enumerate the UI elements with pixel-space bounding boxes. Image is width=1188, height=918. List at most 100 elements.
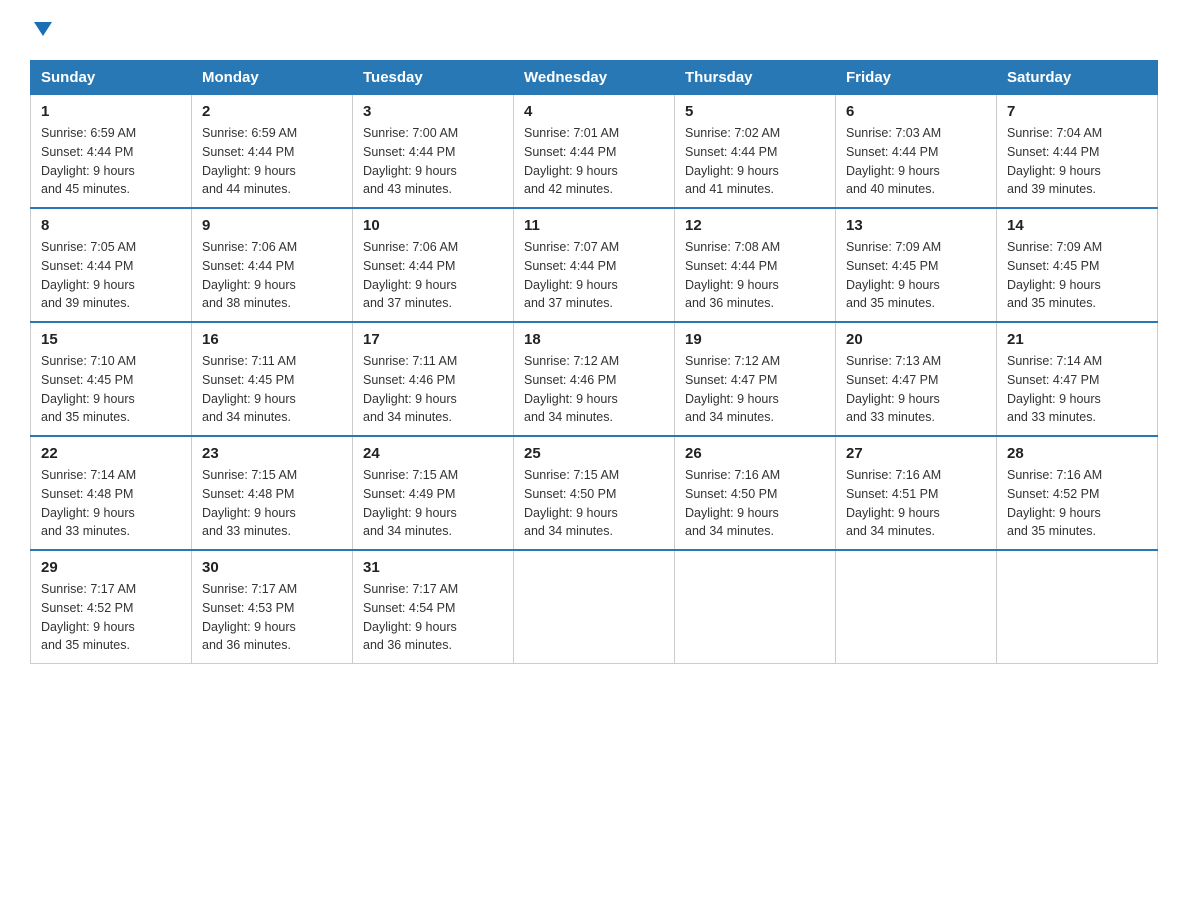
day-cell-24: 24Sunrise: 7:15 AMSunset: 4:49 PMDayligh…	[353, 436, 514, 550]
day-cell-15: 15 Sunrise: 7:10 AMSunset: 4:45 PMDayligh…	[31, 322, 192, 436]
col-header-friday: Friday	[836, 61, 997, 95]
day-info: Sunrise: 6:59 AMSunset: 4:44 PMDaylight:…	[41, 124, 181, 199]
calendar-table: SundayMondayTuesdayWednesdayThursdayFrid…	[30, 60, 1158, 664]
day-cell-26: 26 Sunrise: 7:16 AMSunset: 4:50 PMDayligh…	[675, 436, 836, 550]
day-cell-28: 28 Sunrise: 7:16 AMSunset: 4:52 PMDayligh…	[997, 436, 1158, 550]
day-info: Sunrise: 7:17 AMSunset: 4:52 PMDaylight:…	[41, 580, 181, 655]
day-cell-2: 2 Sunrise: 6:59 AMSunset: 4:44 PMDaylight…	[192, 95, 353, 209]
day-number: 25	[524, 445, 664, 462]
day-number: 7	[1007, 103, 1147, 120]
logo-triangle-icon	[32, 18, 54, 40]
day-info: Sunrise: 7:04 AMSunset: 4:44 PMDaylight:…	[1007, 124, 1147, 199]
day-info: Sunrise: 7:15 AMSunset: 4:48 PMDaylight:…	[202, 466, 342, 541]
day-cell-7: 7 Sunrise: 7:04 AMSunset: 4:44 PMDaylight…	[997, 95, 1158, 209]
day-info: Sunrise: 7:07 AMSunset: 4:44 PMDaylight:…	[524, 238, 664, 313]
day-info: Sunrise: 7:11 AMSunset: 4:46 PMDaylight:…	[363, 352, 503, 427]
day-number: 6	[846, 103, 986, 120]
day-cell-6: 6Sunrise: 7:03 AMSunset: 4:44 PMDaylight…	[836, 95, 997, 209]
day-info: Sunrise: 7:17 AMSunset: 4:53 PMDaylight:…	[202, 580, 342, 655]
day-number: 28	[1007, 445, 1147, 462]
day-cell-4: 4Sunrise: 7:01 AMSunset: 4:44 PMDaylight…	[514, 95, 675, 209]
day-number: 18	[524, 331, 664, 348]
day-cell-14: 14 Sunrise: 7:09 AMSunset: 4:45 PMDayligh…	[997, 208, 1158, 322]
day-info: Sunrise: 7:12 AMSunset: 4:46 PMDaylight:…	[524, 352, 664, 427]
day-info: Sunrise: 7:14 AMSunset: 4:47 PMDaylight:…	[1007, 352, 1147, 427]
day-number: 29	[41, 559, 181, 576]
day-info: Sunrise: 7:16 AMSunset: 4:51 PMDaylight:…	[846, 466, 986, 541]
day-info: Sunrise: 7:17 AMSunset: 4:54 PMDaylight:…	[363, 580, 503, 655]
day-info: Sunrise: 7:02 AMSunset: 4:44 PMDaylight:…	[685, 124, 825, 199]
day-number: 3	[363, 103, 503, 120]
day-info: Sunrise: 7:06 AMSunset: 4:44 PMDaylight:…	[202, 238, 342, 313]
week-row-2: 8Sunrise: 7:05 AMSunset: 4:44 PMDaylight…	[31, 208, 1158, 322]
day-number: 14	[1007, 217, 1147, 234]
day-info: Sunrise: 7:09 AMSunset: 4:45 PMDaylight:…	[846, 238, 986, 313]
day-number: 2	[202, 103, 342, 120]
day-info: Sunrise: 7:09 AMSunset: 4:45 PMDaylight:…	[1007, 238, 1147, 313]
day-number: 12	[685, 217, 825, 234]
day-cell-8: 8Sunrise: 7:05 AMSunset: 4:44 PMDaylight…	[31, 208, 192, 322]
day-cell-13: 13 Sunrise: 7:09 AMSunset: 4:45 PMDayligh…	[836, 208, 997, 322]
day-info: Sunrise: 7:06 AMSunset: 4:44 PMDaylight:…	[363, 238, 503, 313]
day-number: 15	[41, 331, 181, 348]
day-number: 22	[41, 445, 181, 462]
day-number: 11	[524, 217, 664, 234]
day-cell-12: 12Sunrise: 7:08 AMSunset: 4:44 PMDayligh…	[675, 208, 836, 322]
day-number: 27	[846, 445, 986, 462]
day-number: 20	[846, 331, 986, 348]
day-cell-30: 30 Sunrise: 7:17 AMSunset: 4:53 PMDayligh…	[192, 550, 353, 664]
day-info: Sunrise: 7:12 AMSunset: 4:47 PMDaylight:…	[685, 352, 825, 427]
day-number: 30	[202, 559, 342, 576]
col-header-saturday: Saturday	[997, 61, 1158, 95]
logo	[30, 20, 54, 40]
day-info: Sunrise: 7:14 AMSunset: 4:48 PMDaylight:…	[41, 466, 181, 541]
day-number: 8	[41, 217, 181, 234]
day-number: 19	[685, 331, 825, 348]
day-info: Sunrise: 7:15 AMSunset: 4:50 PMDaylight:…	[524, 466, 664, 541]
day-number: 16	[202, 331, 342, 348]
day-cell-5: 5 Sunrise: 7:02 AMSunset: 4:44 PMDaylight…	[675, 95, 836, 209]
day-number: 1	[41, 103, 181, 120]
day-cell-23: 23 Sunrise: 7:15 AMSunset: 4:48 PMDayligh…	[192, 436, 353, 550]
empty-cell	[514, 550, 675, 664]
day-info: Sunrise: 7:10 AMSunset: 4:45 PMDaylight:…	[41, 352, 181, 427]
day-cell-1: 1 Sunrise: 6:59 AMSunset: 4:44 PMDaylight…	[31, 95, 192, 209]
day-cell-22: 22 Sunrise: 7:14 AMSunset: 4:48 PMDayligh…	[31, 436, 192, 550]
empty-cell	[997, 550, 1158, 664]
day-number: 31	[363, 559, 503, 576]
day-info: Sunrise: 7:01 AMSunset: 4:44 PMDaylight:…	[524, 124, 664, 199]
day-number: 17	[363, 331, 503, 348]
week-row-1: 1 Sunrise: 6:59 AMSunset: 4:44 PMDaylight…	[31, 95, 1158, 209]
day-cell-29: 29 Sunrise: 7:17 AMSunset: 4:52 PMDayligh…	[31, 550, 192, 664]
day-cell-18: 18 Sunrise: 7:12 AMSunset: 4:46 PMDayligh…	[514, 322, 675, 436]
empty-cell	[836, 550, 997, 664]
day-number: 23	[202, 445, 342, 462]
day-info: Sunrise: 7:00 AMSunset: 4:44 PMDaylight:…	[363, 124, 503, 199]
day-cell-10: 10 Sunrise: 7:06 AMSunset: 4:44 PMDayligh…	[353, 208, 514, 322]
day-cell-11: 11 Sunrise: 7:07 AMSunset: 4:44 PMDayligh…	[514, 208, 675, 322]
day-cell-27: 27 Sunrise: 7:16 AMSunset: 4:51 PMDayligh…	[836, 436, 997, 550]
week-row-4: 22 Sunrise: 7:14 AMSunset: 4:48 PMDayligh…	[31, 436, 1158, 550]
day-info: Sunrise: 7:13 AMSunset: 4:47 PMDaylight:…	[846, 352, 986, 427]
day-info: Sunrise: 7:16 AMSunset: 4:50 PMDaylight:…	[685, 466, 825, 541]
day-number: 10	[363, 217, 503, 234]
col-header-thursday: Thursday	[675, 61, 836, 95]
day-number: 26	[685, 445, 825, 462]
days-header-row: SundayMondayTuesdayWednesdayThursdayFrid…	[31, 61, 1158, 95]
week-row-5: 29 Sunrise: 7:17 AMSunset: 4:52 PMDayligh…	[31, 550, 1158, 664]
day-info: Sunrise: 7:16 AMSunset: 4:52 PMDaylight:…	[1007, 466, 1147, 541]
day-cell-3: 3 Sunrise: 7:00 AMSunset: 4:44 PMDaylight…	[353, 95, 514, 209]
col-header-sunday: Sunday	[31, 61, 192, 95]
day-cell-21: 21Sunrise: 7:14 AMSunset: 4:47 PMDayligh…	[997, 322, 1158, 436]
day-number: 9	[202, 217, 342, 234]
week-row-3: 15 Sunrise: 7:10 AMSunset: 4:45 PMDayligh…	[31, 322, 1158, 436]
day-info: Sunrise: 6:59 AMSunset: 4:44 PMDaylight:…	[202, 124, 342, 199]
day-info: Sunrise: 7:11 AMSunset: 4:45 PMDaylight:…	[202, 352, 342, 427]
day-cell-20: 20 Sunrise: 7:13 AMSunset: 4:47 PMDayligh…	[836, 322, 997, 436]
day-number: 13	[846, 217, 986, 234]
day-number: 5	[685, 103, 825, 120]
empty-cell	[675, 550, 836, 664]
day-cell-31: 31 Sunrise: 7:17 AMSunset: 4:54 PMDayligh…	[353, 550, 514, 664]
day-cell-17: 17 Sunrise: 7:11 AMSunset: 4:46 PMDayligh…	[353, 322, 514, 436]
day-cell-16: 16 Sunrise: 7:11 AMSunset: 4:45 PMDayligh…	[192, 322, 353, 436]
